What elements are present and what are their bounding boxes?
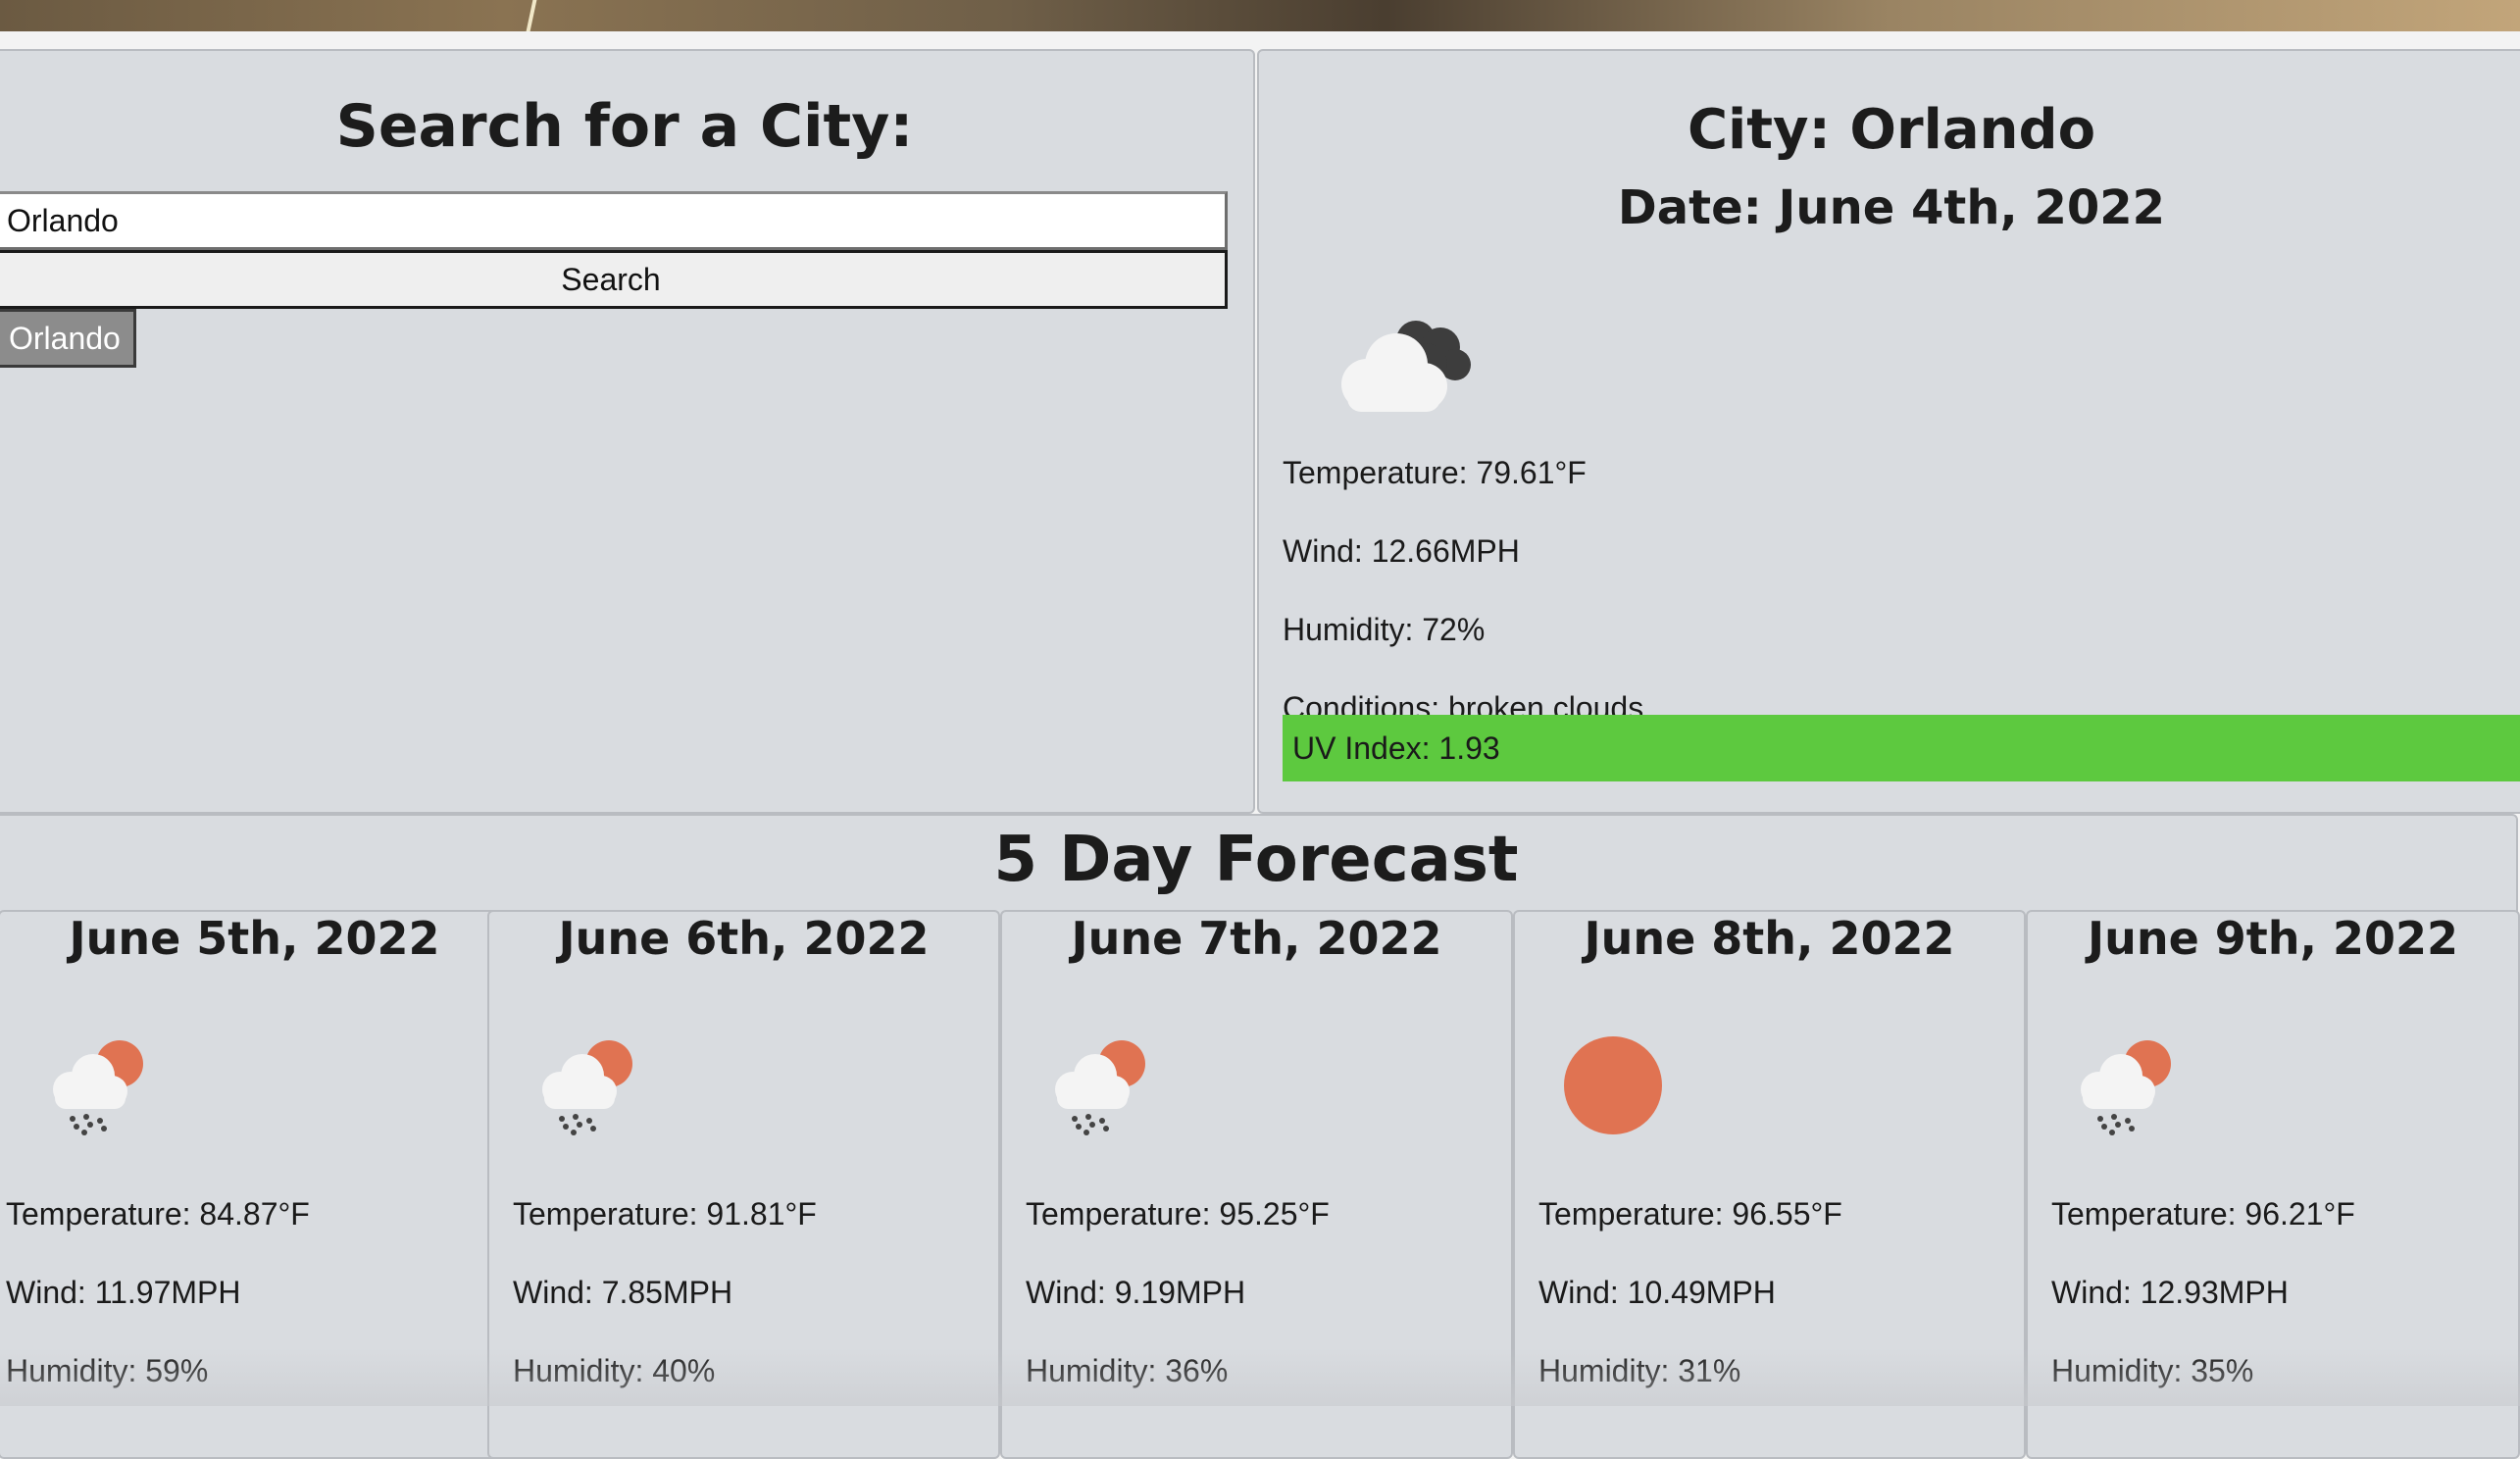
forecast-day-card: June 8th, 2022 Temperature: 96.55°F Wind…	[1513, 910, 2026, 1459]
forecast-temperature: Temperature: 96.21°F	[2051, 1196, 2355, 1232]
sun-cloud-rain-icon	[542, 1040, 632, 1135]
forecast-day-card: June 9th, 2022 Temperature: 96.21°F Wind…	[2026, 910, 2520, 1459]
forecast-humidity: Humidity: 59%	[6, 1353, 209, 1388]
current-wind: Wind: 12.66MPH	[1283, 533, 1520, 569]
forecast-wind: Wind: 7.85MPH	[513, 1275, 733, 1310]
forecast-humidity: Humidity: 35%	[2051, 1353, 2254, 1388]
forecast-humidity: Humidity: 36%	[1026, 1353, 1229, 1388]
uv-index-badge: UV Index: 1.93	[1283, 715, 2520, 781]
forecast-title: 5 Day Forecast	[993, 824, 1519, 896]
forecast-humidity: Humidity: 40%	[513, 1353, 716, 1388]
forecast-wind: Wind: 12.93MPH	[2051, 1275, 2289, 1310]
sun-cloud-rain-icon	[1055, 1040, 1145, 1135]
forecast-wind: Wind: 11.97MPH	[6, 1275, 241, 1310]
current-humidity: Humidity: 72%	[1283, 612, 1486, 647]
city-search-input[interactable]	[0, 191, 1228, 250]
forecast-panel: 5 Day Forecast June 5th, 2022 Temperatur…	[0, 814, 2520, 1459]
forecast-temperature: Temperature: 84.87°F	[6, 1196, 310, 1232]
forecast-wind: Wind: 10.49MPH	[1538, 1275, 1776, 1310]
header-banner-image	[0, 0, 2520, 31]
forecast-date: June 8th, 2022	[1584, 912, 1955, 965]
current-weather-panel: City: Orlando Date: June 4th, 2022 Tempe…	[1257, 49, 2520, 814]
forecast-temperature: Temperature: 91.81°F	[513, 1196, 817, 1232]
forecast-temperature: Temperature: 96.55°F	[1538, 1196, 1842, 1232]
current-city-title: City: Orlando	[1687, 98, 2096, 162]
forecast-date: June 7th, 2022	[1071, 912, 1442, 965]
forecast-date: June 6th, 2022	[558, 912, 930, 965]
sun-icon	[1564, 1036, 1662, 1134]
lightning-bolt	[526, 0, 537, 31]
search-panel: Search for a City: Search Orlando	[0, 49, 1255, 814]
forecast-humidity: Humidity: 31%	[1538, 1353, 1741, 1388]
forecast-wind: Wind: 9.19MPH	[1026, 1275, 1246, 1310]
forecast-day-card: June 5th, 2022 Temperature: 84.87°F Wind…	[0, 910, 511, 1459]
forecast-day-card: June 6th, 2022 Temperature: 91.81°F Wind…	[487, 910, 1000, 1459]
sun-cloud-rain-icon	[2081, 1040, 2171, 1135]
forecast-day-card: June 7th, 2022 Temperature: 95.25°F Wind…	[1000, 910, 1513, 1459]
forecast-date: June 9th, 2022	[2087, 912, 2459, 965]
search-title: Search for a City:	[335, 92, 914, 161]
broken-clouds-icon	[1341, 321, 1471, 412]
current-temperature: Temperature: 79.61°F	[1283, 455, 1587, 490]
current-date: Date: June 4th, 2022	[1617, 180, 2166, 235]
forecast-date: June 5th, 2022	[69, 912, 440, 965]
search-button[interactable]: Search	[0, 250, 1228, 309]
sun-cloud-rain-icon	[53, 1040, 143, 1135]
forecast-temperature: Temperature: 95.25°F	[1026, 1196, 1330, 1232]
history-city-button[interactable]: Orlando	[0, 309, 136, 368]
